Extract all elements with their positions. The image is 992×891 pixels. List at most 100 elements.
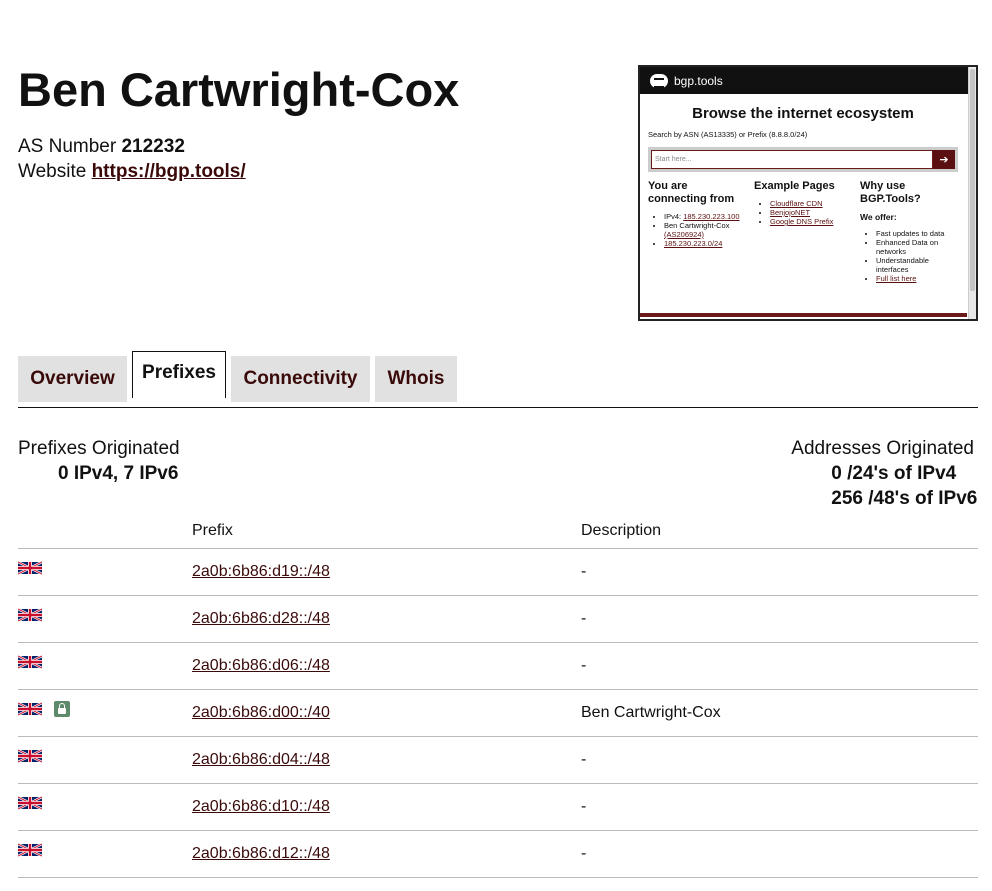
uk-flag-icon	[18, 748, 42, 763]
column-header-description: Description	[581, 514, 978, 549]
column-header-prefix: Prefix	[192, 514, 581, 549]
prefixes-originated-label: Prefixes Originated	[18, 438, 180, 459]
description-cell: -	[581, 548, 978, 596]
description-cell: -	[581, 642, 978, 690]
uk-flag-icon	[18, 654, 42, 669]
uk-flag-icon	[18, 607, 42, 622]
list-item: 185.230.223.0/24	[664, 239, 746, 248]
prefix-link[interactable]: 2a0b:6b86:d06::/48	[192, 657, 330, 674]
preview-offer-label: We offer:	[860, 212, 897, 222]
description-cell: -	[581, 595, 978, 643]
preview-footer-bar	[640, 313, 967, 317]
prefix-link[interactable]: 2a0b:6b86:d19::/48	[192, 563, 330, 580]
uk-flag-icon	[18, 842, 42, 857]
tab-connectivity[interactable]: Connectivity	[231, 356, 370, 402]
table-header-row: Prefix Description	[18, 514, 978, 549]
arrow-right-icon: ➔	[933, 150, 955, 169]
table-row: 2a0b:6b86:d00::/40 Ben Cartwright-Cox	[18, 689, 978, 737]
as-meta: AS Number 212232 Website https://bgp.too…	[18, 134, 246, 184]
column-header-flags	[18, 514, 192, 549]
list-item: Understandable interfaces	[876, 256, 958, 274]
uk-flag-icon	[18, 795, 42, 810]
list-item: Enhanced Data on networks	[876, 238, 958, 256]
preview-link: Cloudflare CDN	[770, 199, 823, 208]
prefix-cell: 2a0b:6b86:d00::/40	[192, 689, 581, 737]
prefix-cell: 2a0b:6b86:d04::/48	[192, 736, 581, 784]
list-item: Ben Cartwright-Cox (AS206924)	[664, 221, 746, 239]
website-preview: bgp.tools Browse the internet ecosystem …	[638, 65, 978, 321]
tab-bar: Overview Prefixes Connectivity Whois	[18, 351, 978, 408]
prefix-cell: 2a0b:6b86:d19::/48	[192, 548, 581, 596]
preview-col-why: Why use BGP.Tools? We offer: Fast update…	[860, 180, 958, 283]
addresses-ipv4-value: 0 /24's of IPv4	[831, 463, 957, 484]
uk-flag-icon	[18, 560, 42, 575]
preview-search-hint: Search by ASN (AS13335) or Prefix (8.8.8…	[648, 130, 808, 139]
preview-link: Google DNS Prefix	[770, 217, 834, 226]
lock-icon	[54, 700, 70, 717]
prefix-link[interactable]: 2a0b:6b86:d00::/40	[192, 704, 330, 721]
preview-link: 185.230.223.0/24	[664, 239, 723, 248]
preview-search-box: Start here... ➔	[648, 147, 958, 172]
list-item: Fast updates to data	[876, 229, 958, 238]
tab-prefixes[interactable]: Prefixes	[132, 351, 226, 398]
prefix-link[interactable]: 2a0b:6b86:d10::/48	[192, 798, 330, 815]
preview-link: (AS206924)	[664, 230, 705, 239]
org-name: Ben Cartwright-Cox	[664, 221, 730, 230]
list-item: Google DNS Prefix	[770, 217, 852, 226]
website-label: Website	[18, 161, 87, 182]
flags-cell	[18, 642, 192, 690]
website-link[interactable]: https://bgp.tools/	[92, 161, 246, 182]
table-row: 2a0b:6b86:d28::/48 -	[18, 595, 978, 643]
description-cell: -	[581, 736, 978, 784]
list-item: Full list here	[876, 274, 958, 283]
preview-col-title: Why use BGP.Tools?	[860, 180, 921, 205]
ipv4-label: IPv4:	[664, 212, 682, 221]
preview-scrollbar	[968, 67, 976, 319]
preview-search-input: Start here...	[651, 150, 933, 169]
flags-cell	[18, 689, 192, 737]
preview-link: BenjojoNET	[770, 208, 811, 217]
preview-col-connecting: You are connecting from IPv4: 185.230.22…	[648, 180, 746, 283]
preview-link: 185.230.223.100	[683, 212, 740, 221]
as-number-line: AS Number 212232	[18, 134, 246, 159]
prefix-link[interactable]: 2a0b:6b86:d12::/48	[192, 845, 330, 862]
prefix-table: Prefix Description 2a0b:6b86:d19::/48 -	[18, 514, 978, 878]
table-row: 2a0b:6b86:d10::/48 -	[18, 783, 978, 831]
table-row: 2a0b:6b86:d12::/48 -	[18, 830, 978, 878]
addresses-originated: Addresses Originated 0 /24's of IPv4 256…	[791, 438, 978, 510]
flags-cell	[18, 548, 192, 596]
preview-brand: bgp.tools	[674, 73, 723, 88]
prefix-link[interactable]: 2a0b:6b86:d04::/48	[192, 751, 330, 768]
prefix-cell: 2a0b:6b86:d28::/48	[192, 595, 581, 643]
page-title: Ben Cartwright-Cox	[18, 63, 460, 116]
list-item: Cloudflare CDN	[770, 199, 852, 208]
addresses-originated-label: Addresses Originated	[791, 438, 974, 459]
description-cell: -	[581, 783, 978, 831]
prefix-cell: 2a0b:6b86:d06::/48	[192, 642, 581, 690]
table-row: 2a0b:6b86:d06::/48 -	[18, 642, 978, 690]
tab-overview[interactable]: Overview	[18, 356, 127, 402]
addresses-ipv6-value: 256 /48's of IPv6	[831, 488, 978, 509]
flags-cell	[18, 783, 192, 831]
flags-cell	[18, 595, 192, 643]
uk-flag-icon	[18, 701, 42, 716]
description-cell: Ben Cartwright-Cox	[581, 689, 978, 737]
preview-navbar: bgp.tools	[640, 67, 976, 94]
preview-col-title: Example Pages	[754, 180, 835, 192]
as-number-value: 212232	[121, 136, 185, 157]
tab-whois[interactable]: Whois	[375, 356, 457, 402]
table-row: 2a0b:6b86:d19::/48 -	[18, 548, 978, 596]
table-row: 2a0b:6b86:d04::/48 -	[18, 736, 978, 784]
preview-link: Full list here	[876, 274, 917, 283]
preview-col-examples: Example Pages Cloudflare CDN BenjojoNET …	[754, 180, 852, 283]
bgp-tools-logo-icon	[650, 73, 668, 88]
prefix-link[interactable]: 2a0b:6b86:d28::/48	[192, 610, 330, 627]
preview-heading: Browse the internet ecosystem	[692, 105, 914, 122]
as-number-label: AS Number	[18, 136, 117, 157]
flags-cell	[18, 830, 192, 878]
list-item: BenjojoNET	[770, 208, 852, 217]
website-line: Website https://bgp.tools/	[18, 159, 246, 184]
flags-cell	[18, 736, 192, 784]
preview-col-title: You are connecting from	[648, 180, 735, 205]
prefixes-originated-value: 0 IPv4, 7 IPv6	[58, 463, 179, 484]
